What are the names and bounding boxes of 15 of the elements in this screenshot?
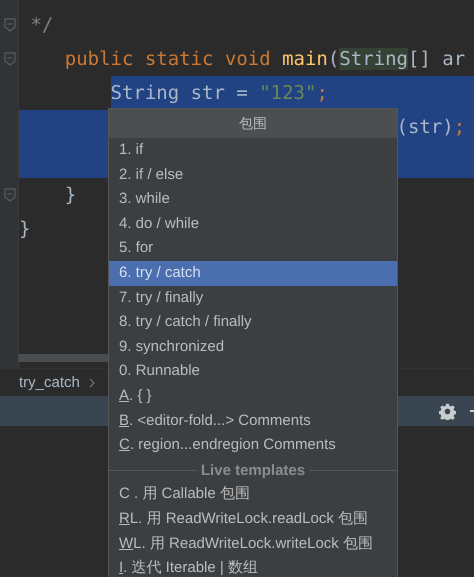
code-token: String str = [110,82,249,104]
code-token: String [339,48,408,70]
code-token: */ [30,14,54,36]
code-token: ; [316,82,328,104]
code-token: public static void [64,48,272,70]
code-token: main [282,48,328,70]
code-token: (str) [396,116,454,138]
code-token: } [64,184,76,206]
code-token: "123" [259,82,316,104]
code-token: } [19,218,30,240]
section-header: Live templates [200,462,306,479]
code-token: [] ar [408,48,466,70]
popup-title: 包围 [109,109,397,138]
code-token: ( [328,48,340,70]
code-token: ; [454,116,466,138]
